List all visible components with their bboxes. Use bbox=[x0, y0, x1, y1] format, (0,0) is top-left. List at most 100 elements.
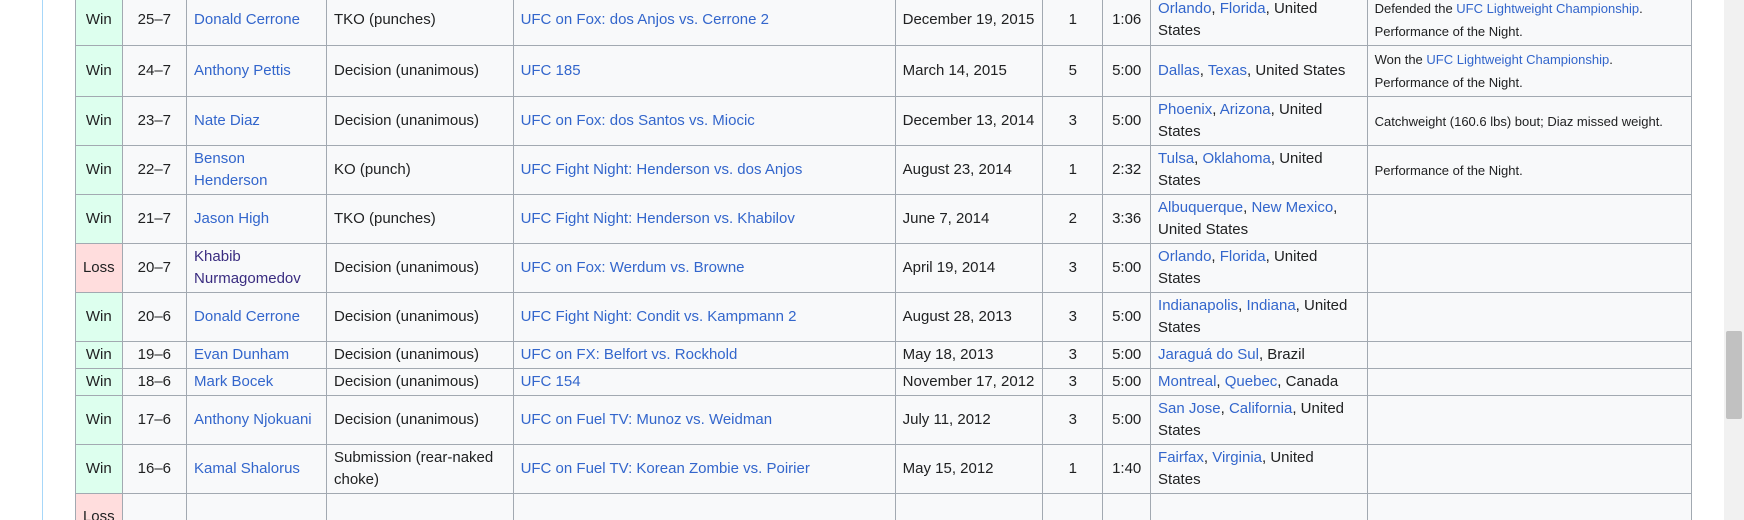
vertical-scrollbar[interactable] bbox=[1724, 0, 1744, 520]
opponent-link[interactable]: Benson Henderson bbox=[194, 150, 267, 189]
location-region-link[interactable]: Indiana bbox=[1246, 297, 1295, 314]
location-region-link[interactable]: Florida bbox=[1220, 0, 1266, 17]
location-city-link[interactable]: Orlando bbox=[1158, 0, 1211, 17]
event-link[interactable]: UFC on Fox: Werdum vs. Browne bbox=[521, 259, 745, 276]
event-cell bbox=[512, 493, 896, 520]
location-separator: , bbox=[1212, 101, 1220, 118]
location-city-link[interactable]: Indianapolis bbox=[1158, 297, 1238, 314]
event-cell: UFC on Fuel TV: Munoz vs. Weidman bbox=[512, 395, 896, 445]
notes-cell: Won the UFC Lightweight Championship. Pe… bbox=[1366, 45, 1693, 97]
record-text: 18–6 bbox=[137, 373, 172, 390]
result-text: Win bbox=[85, 210, 112, 227]
date-cell: July 11, 2012 bbox=[894, 395, 1044, 445]
event-link[interactable]: UFC 154 bbox=[521, 373, 581, 390]
method-cell bbox=[325, 493, 514, 520]
notes-cell bbox=[1366, 341, 1693, 369]
record-cell: 22–7 bbox=[121, 145, 188, 195]
event-link[interactable]: UFC on Fuel TV: Munoz vs. Weidman bbox=[521, 411, 772, 428]
round-cell: 3 bbox=[1042, 292, 1104, 342]
notes-cell: Performance of the Night. bbox=[1366, 145, 1693, 195]
time-cell: 5:00 bbox=[1102, 96, 1152, 146]
method-cell: Decision (unanimous) bbox=[325, 368, 514, 396]
location-city-link[interactable]: Phoenix bbox=[1158, 101, 1212, 118]
date-cell: April 19, 2014 bbox=[894, 243, 1044, 293]
location-city-link[interactable]: Fairfax bbox=[1158, 449, 1204, 466]
method-text: Decision (unanimous) bbox=[333, 373, 480, 390]
notes-text: Defended the bbox=[1374, 1, 1457, 16]
opponent-link[interactable]: Kamal Shalorus bbox=[194, 460, 300, 477]
date-cell: December 13, 2014 bbox=[894, 96, 1044, 146]
round-cell: 1 bbox=[1042, 0, 1104, 46]
notes-title-link[interactable]: UFC Lightweight Championship bbox=[1426, 52, 1609, 67]
opponent-link[interactable]: Donald Cerrone bbox=[194, 308, 300, 325]
location-region-link[interactable]: Quebec bbox=[1225, 373, 1278, 390]
opponent-link[interactable]: Khabib Nurmagomedov bbox=[194, 248, 301, 287]
round-text: 2 bbox=[1068, 210, 1077, 227]
location-cell: Montreal, Quebec, Canada bbox=[1150, 368, 1368, 396]
opponent-link[interactable]: Donald Cerrone bbox=[194, 11, 300, 28]
record-text: 16–6 bbox=[137, 460, 172, 477]
opponent-link[interactable]: Anthony Pettis bbox=[194, 62, 291, 79]
method-cell: Decision (unanimous) bbox=[325, 96, 514, 146]
event-link[interactable]: UFC on FX: Belfort vs. Rockhold bbox=[521, 346, 738, 363]
time-text: 2:32 bbox=[1112, 161, 1142, 178]
date-text: March 14, 2015 bbox=[902, 62, 1007, 79]
time-cell: 5:00 bbox=[1102, 341, 1152, 369]
method-cell: TKO (punches) bbox=[325, 194, 514, 244]
opponent-link[interactable]: Jason High bbox=[194, 210, 269, 227]
event-link[interactable]: UFC on Fox: dos Santos vs. Miocic bbox=[521, 112, 755, 129]
location-region-link[interactable]: Oklahoma bbox=[1203, 150, 1271, 167]
result-cell: Win bbox=[75, 292, 123, 342]
date-text: December 13, 2014 bbox=[902, 112, 1035, 129]
location-region-link[interactable]: New Mexico bbox=[1251, 199, 1333, 216]
date-cell: December 19, 2015 bbox=[894, 0, 1044, 46]
time-cell: 3:36 bbox=[1102, 194, 1152, 244]
opponent-link[interactable]: Anthony Njokuani bbox=[194, 411, 312, 428]
location-city-link[interactable]: Jaraguá do Sul bbox=[1158, 346, 1259, 363]
location-city-link[interactable]: Tulsa bbox=[1158, 150, 1194, 167]
event-link[interactable]: UFC on Fox: dos Anjos vs. Cerrone 2 bbox=[521, 11, 769, 28]
location-city-link[interactable]: Dallas bbox=[1158, 62, 1200, 79]
location-cell: Orlando, Florida, United States bbox=[1150, 0, 1368, 46]
location-cell: Albuquerque, New Mexico, United States bbox=[1150, 194, 1368, 244]
location-cell: Jaraguá do Sul, Brazil bbox=[1150, 341, 1368, 369]
location-region-link[interactable]: Virginia bbox=[1212, 449, 1262, 466]
event-link[interactable]: UFC Fight Night: Henderson vs. dos Anjos bbox=[521, 161, 803, 178]
notes-cell bbox=[1366, 194, 1693, 244]
round-text: 3 bbox=[1068, 346, 1077, 363]
record-text: 17–6 bbox=[137, 411, 172, 428]
result-text: Win bbox=[85, 373, 112, 390]
opponent-cell: Donald Cerrone bbox=[186, 292, 327, 342]
time-cell: 1:40 bbox=[1102, 444, 1152, 494]
location-region-link[interactable]: California bbox=[1229, 400, 1292, 417]
location-city-link[interactable]: Montreal bbox=[1158, 373, 1216, 390]
table-row: Win 22–7 Benson Henderson KO (punch) UFC Fig… bbox=[75, 145, 1693, 195]
table-row: Win 21–7 Jason High TKO (punches) UFC Fight … bbox=[75, 194, 1693, 244]
time-cell: 5:00 bbox=[1102, 368, 1152, 396]
location-city-link[interactable]: Orlando bbox=[1158, 248, 1211, 265]
location-cell: Tulsa, Oklahoma, United States bbox=[1150, 145, 1368, 195]
location-region-link[interactable]: Texas bbox=[1208, 62, 1247, 79]
event-link[interactable]: UFC Fight Night: Condit vs. Kampmann 2 bbox=[521, 308, 797, 325]
scrollbar-thumb[interactable] bbox=[1726, 331, 1742, 419]
round-cell: 3 bbox=[1042, 395, 1104, 445]
location-region-link[interactable]: Florida bbox=[1220, 248, 1266, 265]
event-link[interactable]: UFC on Fuel TV: Korean Zombie vs. Poirie… bbox=[521, 460, 810, 477]
event-link[interactable]: UFC Fight Night: Henderson vs. Khabilov bbox=[521, 210, 795, 227]
time-text: 5:00 bbox=[1112, 62, 1142, 79]
opponent-link[interactable]: Mark Bocek bbox=[194, 373, 273, 390]
record-cell: 19–6 bbox=[121, 341, 188, 369]
location-city-link[interactable]: San Jose bbox=[1158, 400, 1221, 417]
event-link[interactable]: UFC 185 bbox=[521, 62, 581, 79]
location-city-link[interactable]: Albuquerque bbox=[1158, 199, 1243, 216]
event-cell: UFC 185 bbox=[512, 45, 896, 97]
time-cell: 2:32 bbox=[1102, 145, 1152, 195]
opponent-link[interactable]: Evan Dunham bbox=[194, 346, 289, 363]
location-region-link[interactable]: Arizona bbox=[1220, 101, 1271, 118]
result-text: Win bbox=[85, 460, 112, 477]
time-text: 5:00 bbox=[1112, 259, 1142, 276]
notes-cell bbox=[1366, 444, 1693, 494]
opponent-link[interactable]: Nate Diaz bbox=[194, 112, 260, 129]
opponent-cell: Kamal Shalorus bbox=[186, 444, 327, 494]
notes-title-link[interactable]: UFC Lightweight Championship bbox=[1456, 1, 1639, 16]
